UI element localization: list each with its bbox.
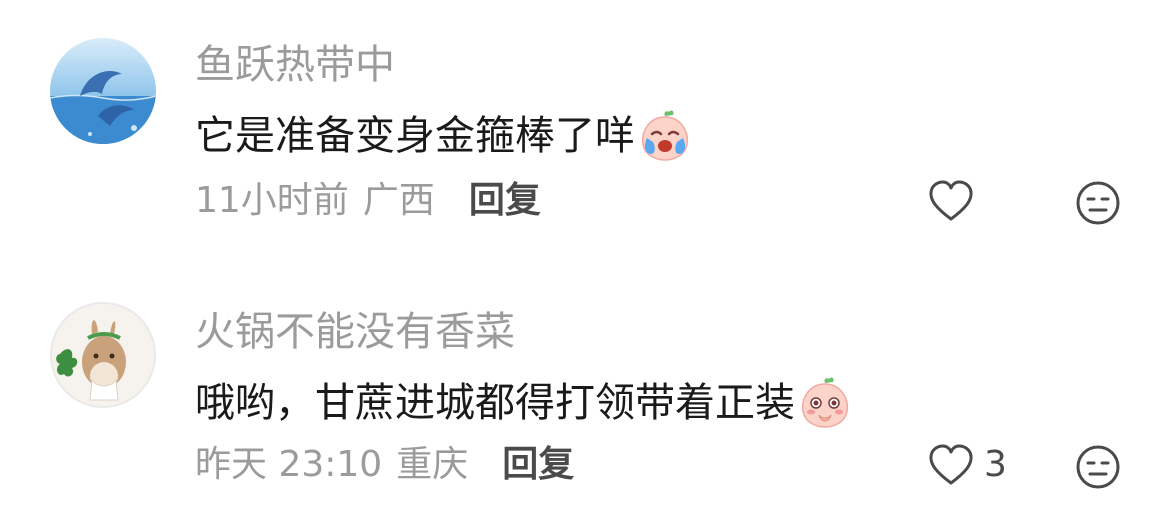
heart-outline-icon: [929, 180, 973, 221]
reply-button[interactable]: 回复: [502, 447, 574, 483]
dislike-button[interactable]: [1075, 444, 1121, 494]
avatar[interactable]: [50, 38, 156, 144]
dolphin-ocean-avatar: [50, 38, 156, 144]
like-count: 3: [984, 444, 1007, 485]
meh-face-icon: [1076, 445, 1120, 489]
heart-outline-icon: [929, 444, 973, 485]
comment-location: 广西: [362, 180, 435, 221]
comment-text: 哦哟，甘蔗进城都得打领带着正装: [195, 380, 795, 426]
like-button[interactable]: 3: [928, 444, 1007, 486]
username[interactable]: 火锅不能没有香菜: [195, 312, 515, 352]
comment-time: 昨天 23:10: [195, 444, 383, 485]
crying-peach-emoji: [641, 110, 689, 161]
comment-text: 它是准备变身金箍棒了咩: [195, 113, 635, 159]
reply-button[interactable]: 回复: [469, 183, 541, 219]
shy-peach-emoji: [801, 377, 849, 428]
comment-text-row: 哦哟，甘蔗进城都得打领带着正装: [195, 375, 853, 431]
comment-text-row: 它是准备变身金箍棒了咩: [195, 108, 693, 164]
comment-item: 火锅不能没有香菜 哦哟，甘蔗进城都得打领带着正装 昨天 23:10 重庆 回复 …: [0, 262, 1170, 526]
comment-meta: 昨天 23:10 重庆 回复: [195, 447, 574, 483]
comment-location: 重庆: [396, 444, 469, 485]
dislike-button[interactable]: [1075, 180, 1121, 230]
comment-time: 11小时前: [195, 180, 349, 221]
comment-meta: 11小时前 广西 回复: [195, 183, 541, 219]
comment-item: 鱼跃热带中 它是准备变身金箍棒了咩 11小时前 广西 回复: [0, 0, 1170, 262]
like-button[interactable]: [928, 180, 984, 222]
bunny-cilantro-avatar: [52, 304, 154, 406]
avatar[interactable]: [50, 302, 156, 408]
username[interactable]: 鱼跃热带中: [195, 45, 395, 85]
meh-face-icon: [1076, 181, 1120, 225]
